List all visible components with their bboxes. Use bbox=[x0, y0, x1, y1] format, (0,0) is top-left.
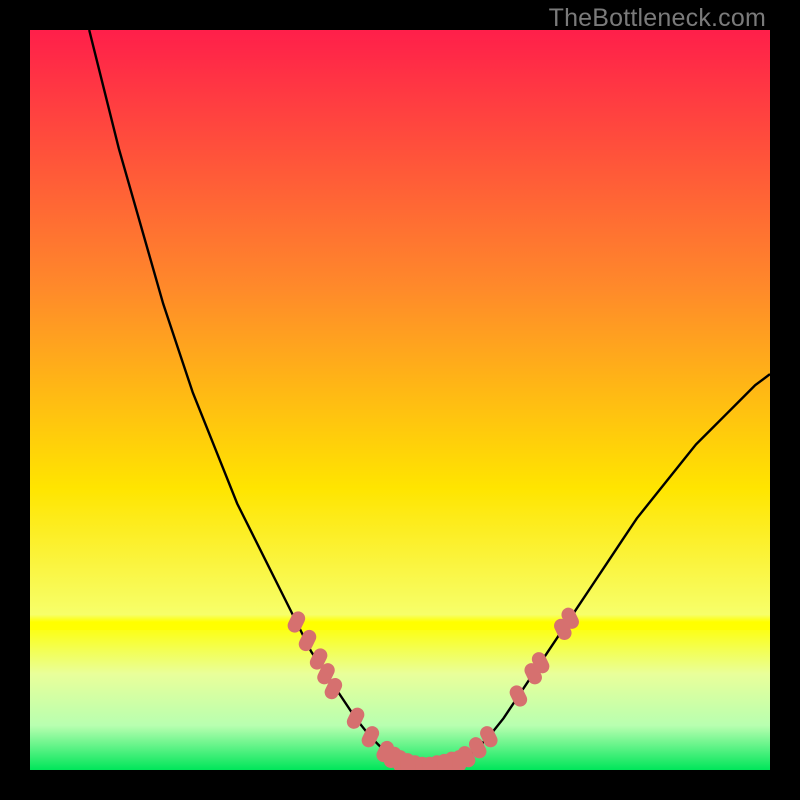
bottleneck-chart bbox=[30, 30, 770, 770]
gradient-background bbox=[30, 30, 770, 770]
watermark-text: TheBottleneck.com bbox=[549, 4, 766, 33]
chart-frame bbox=[30, 30, 770, 770]
yellow-band bbox=[30, 622, 770, 630]
